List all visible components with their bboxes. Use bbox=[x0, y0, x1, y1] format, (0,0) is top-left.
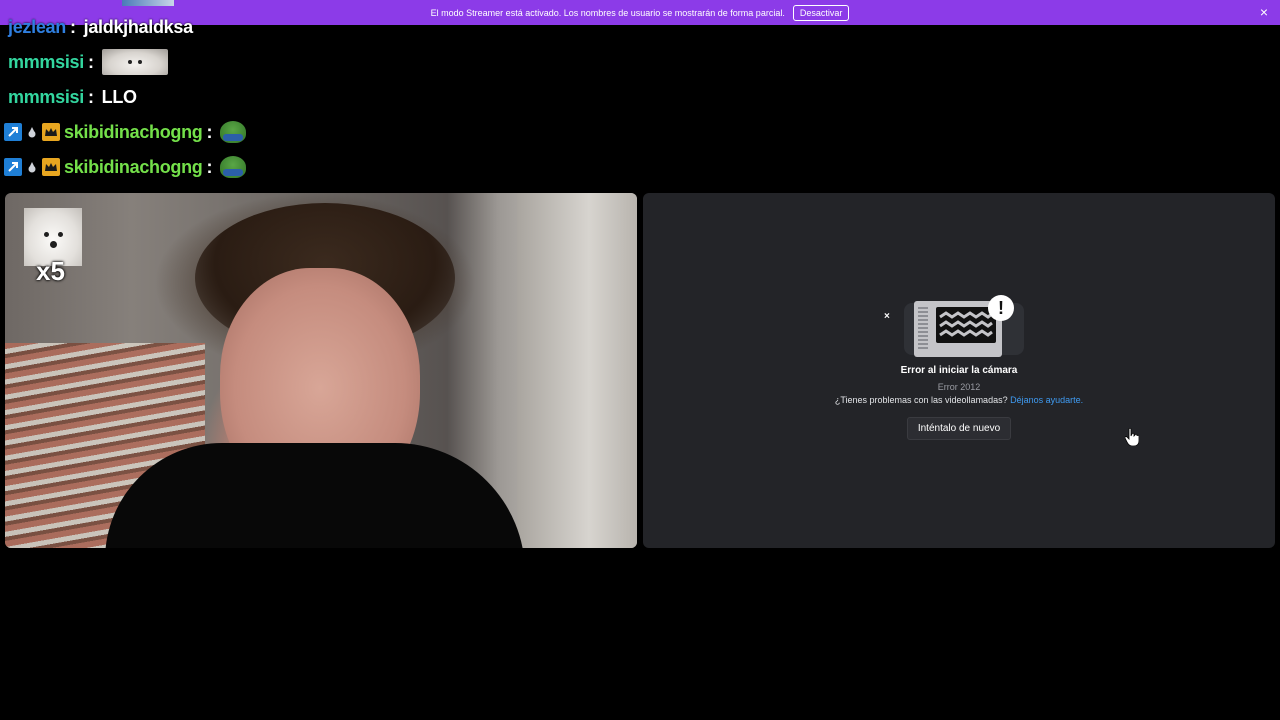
webcam-video-tile[interactable]: x5 bbox=[5, 193, 637, 548]
camera-illustration-screen bbox=[936, 307, 996, 343]
close-icon[interactable]: × bbox=[1260, 4, 1268, 20]
crown-badge-icon[interactable] bbox=[42, 123, 60, 141]
drop-badge-icon[interactable] bbox=[26, 158, 38, 176]
error-title: Error al iniciar la cámara bbox=[900, 365, 1018, 376]
chat-username[interactable]: skibidinachogng bbox=[64, 157, 203, 178]
chat-text: LLO bbox=[101, 86, 137, 107]
close-mark-icon: × bbox=[884, 311, 890, 322]
help-link[interactable]: Déjanos ayudarte. bbox=[1010, 395, 1083, 405]
chat-separator: : bbox=[69, 16, 76, 37]
chat-text: jaldkjhaldksa bbox=[83, 16, 193, 37]
chat-separator: : bbox=[87, 86, 94, 107]
broken-camera-illustration: × ! bbox=[884, 293, 1034, 361]
chat-username[interactable]: jezlean bbox=[8, 17, 66, 38]
help-text-row: ¿Tienes problemas con las videollamadas?… bbox=[835, 395, 1083, 405]
error-code: Error 2012 bbox=[937, 382, 981, 392]
help-text: ¿Tienes problemas con las videollamadas? bbox=[834, 395, 1008, 405]
chat-separator: : bbox=[206, 121, 213, 142]
drop-badge-icon[interactable] bbox=[26, 123, 38, 141]
chat-message: mmmsisi : bbox=[8, 48, 168, 76]
chat-message: skibidinachogng : bbox=[4, 118, 247, 146]
chat-username[interactable]: mmmsisi bbox=[8, 87, 84, 108]
prime-badge-icon[interactable] bbox=[4, 123, 22, 141]
prime-badge-icon[interactable] bbox=[4, 158, 22, 176]
crown-badge-icon[interactable] bbox=[42, 158, 60, 176]
webcam-person-shirt bbox=[105, 443, 525, 548]
chat-separator: : bbox=[206, 156, 213, 177]
pepe-emote bbox=[220, 156, 247, 178]
hand-cursor-icon bbox=[1124, 427, 1140, 447]
chat-username[interactable]: skibidinachogng bbox=[64, 122, 203, 143]
chat-separator: : bbox=[87, 51, 94, 72]
pepe-emote bbox=[220, 121, 247, 143]
chat-overlay: jezlean : jaldkjhaldksa mmmsisi : mmmsis… bbox=[0, 0, 640, 190]
reaction-count: x5 bbox=[36, 256, 65, 286]
alert-icon: ! bbox=[988, 295, 1014, 321]
camera-error-tile: × ! Error al iniciar la cámara Error 201… bbox=[643, 193, 1275, 548]
chat-message: mmmsisi : LLO bbox=[8, 83, 137, 111]
webcam-background-door bbox=[517, 193, 637, 548]
chat-message: skibidinachogng : bbox=[4, 153, 247, 181]
emote-reaction: x5 bbox=[24, 208, 84, 286]
camera-illustration-grill bbox=[918, 307, 928, 351]
partial-emote-image bbox=[122, 0, 174, 6]
chat-message: jezlean : jaldkjhaldksa bbox=[8, 13, 193, 41]
dog-emote bbox=[101, 49, 168, 75]
camera-error-panel: × ! Error al iniciar la cámara Error 201… bbox=[643, 293, 1275, 440]
deactivate-button[interactable]: Desactivar bbox=[792, 4, 850, 21]
chat-username[interactable]: mmmsisi bbox=[8, 52, 84, 73]
retry-button[interactable]: Inténtalo de nuevo bbox=[906, 417, 1012, 440]
